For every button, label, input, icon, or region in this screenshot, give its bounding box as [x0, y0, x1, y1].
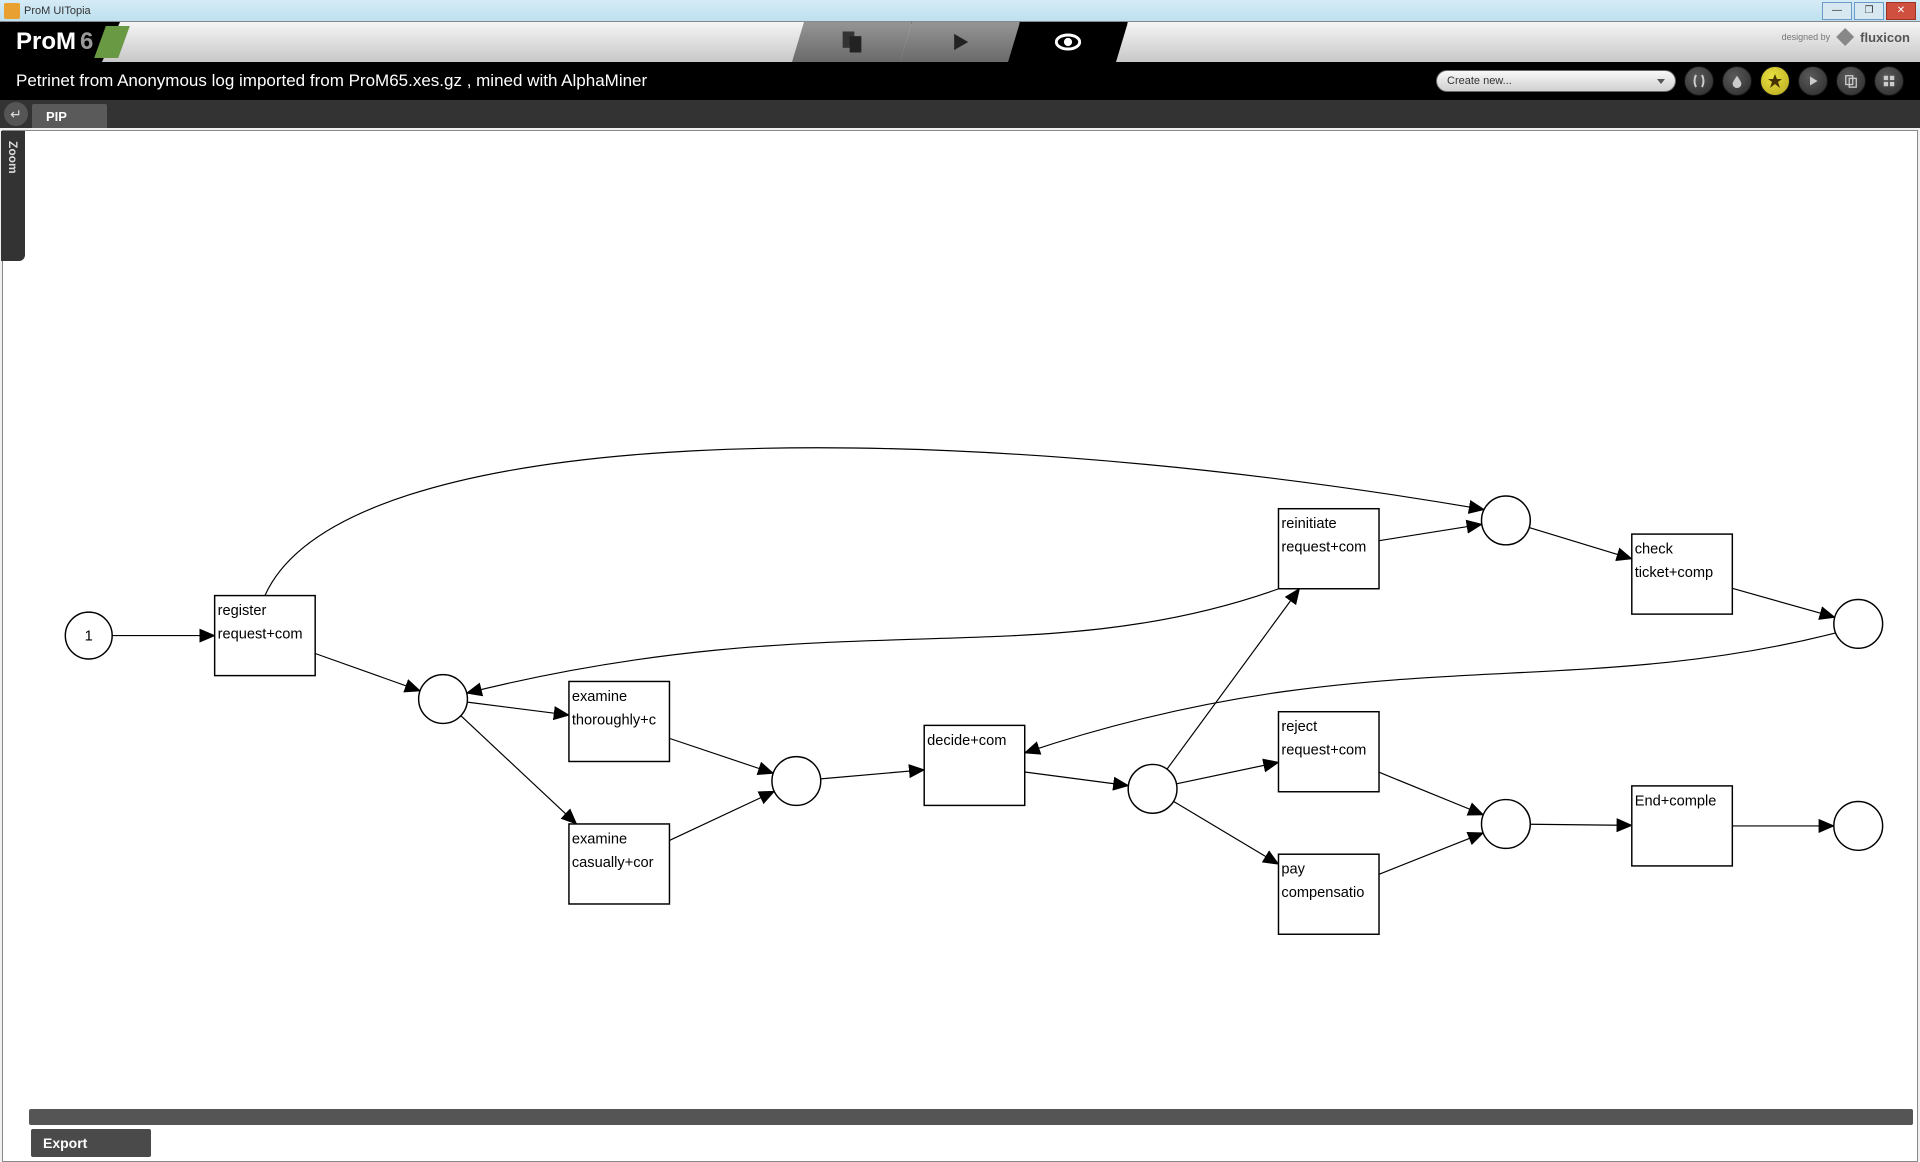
designer-credit: designed by fluxicon [1782, 28, 1910, 46]
grid-button[interactable] [1874, 66, 1904, 96]
copy-button[interactable] [1836, 66, 1866, 96]
arc-p_end1-t_decide [1025, 633, 1836, 753]
svg-text:examine: examine [572, 831, 627, 847]
arc-p4-t_check [1529, 528, 1632, 559]
arc-t_decide-p3 [1025, 772, 1129, 786]
close-button[interactable]: ✕ [1886, 2, 1916, 20]
arc-t_pay-p5 [1379, 833, 1483, 874]
drop-button[interactable] [1722, 66, 1752, 96]
fluxicon-text: fluxicon [1860, 30, 1910, 45]
horizontal-scrollbar[interactable] [29, 1109, 1913, 1125]
svg-text:compensatio: compensatio [1281, 885, 1364, 901]
parentheses-button[interactable] [1684, 66, 1714, 96]
svg-text:pay: pay [1281, 862, 1305, 878]
grid-icon [1882, 74, 1896, 88]
copy-icon [1844, 74, 1858, 88]
favorite-button[interactable] [1760, 66, 1790, 96]
place-p4[interactable] [1481, 496, 1530, 545]
svg-text:ticket+comp: ticket+comp [1635, 565, 1713, 581]
logo-text: ProM [16, 28, 76, 56]
chevron-down-icon [1657, 79, 1665, 84]
svg-text:examine: examine [572, 689, 627, 705]
pip-tab-label: PIP [46, 109, 67, 124]
export-button[interactable]: Export [31, 1129, 151, 1157]
subheader: Petrinet from Anonymous log imported fro… [0, 62, 1920, 100]
place-p2[interactable] [772, 757, 821, 806]
arc-t_ex_thor-p2 [669, 738, 773, 773]
place-p5[interactable] [1481, 800, 1530, 849]
workspace-icon [838, 28, 866, 56]
svg-text:request+com: request+com [1281, 743, 1366, 759]
svg-text:check: check [1635, 542, 1674, 558]
petrinet-svg: 1 register request+com examine thoroughly+c e… [29, 131, 1917, 1107]
arc-p1-t_ex_thor [467, 702, 569, 715]
drop-icon [1730, 74, 1744, 88]
arc-t_ex_cas-p2 [669, 791, 774, 840]
designer-prefix: designed by [1782, 32, 1831, 42]
eye-icon [1054, 28, 1082, 56]
window-controls: ― ❐ ✕ [1822, 2, 1916, 20]
arc-p3-t_reject [1176, 762, 1278, 783]
minimize-button[interactable]: ― [1822, 2, 1852, 20]
pip-tab[interactable]: PIP [32, 104, 107, 128]
place-p_end2[interactable] [1834, 802, 1883, 851]
svg-text:request+com: request+com [218, 627, 303, 643]
svg-text:reject: reject [1281, 719, 1317, 735]
arc-t_reinit-p4 [1379, 524, 1482, 540]
arc-t_reject-p5 [1379, 772, 1483, 815]
arc-p3-t_pay [1174, 801, 1279, 864]
svg-text:casually+cor: casually+cor [572, 855, 654, 871]
create-dropdown-label: Create new... [1447, 75, 1512, 87]
play-icon [946, 28, 974, 56]
window-title: ProM UITopia [24, 5, 91, 17]
svg-text:reinitiate: reinitiate [1281, 516, 1336, 532]
mode-tabs [792, 22, 1128, 62]
create-new-dropdown[interactable]: Create new... [1436, 70, 1676, 92]
zoom-label: Zoom [6, 141, 20, 174]
place-p_end1[interactable] [1834, 599, 1883, 648]
svg-text:request+com: request+com [1281, 540, 1366, 556]
top-header: ProM 6 designed by fluxicon [0, 22, 1920, 62]
svg-text:decide+com: decide+com [927, 733, 1006, 749]
arc-p2-t_decide [821, 770, 925, 779]
arc-t_check-p_end1 [1732, 588, 1834, 617]
maximize-button[interactable]: ❐ [1854, 2, 1884, 20]
arc-p1-t_ex_cas [461, 716, 577, 824]
view-tab-strip: ↵ PIP [0, 100, 1920, 128]
arc-t_register-p1 [315, 653, 420, 690]
workspace-tab[interactable] [792, 22, 912, 62]
window-titlebar: ProM UITopia ― ❐ ✕ [0, 0, 1920, 22]
logo-version: 6 [80, 28, 93, 56]
play-small-icon [1807, 75, 1819, 87]
star-icon [1767, 73, 1783, 89]
subheader-actions: Create new... [1436, 66, 1904, 96]
back-button[interactable]: ↵ [4, 102, 28, 126]
export-label: Export [43, 1135, 87, 1151]
svg-text:thoroughly+c: thoroughly+c [572, 712, 656, 728]
fluxicon-icon [1836, 28, 1854, 46]
app-icon [4, 3, 20, 19]
svg-text:1: 1 [85, 628, 93, 644]
petrinet-canvas[interactable]: 1 register request+com examine thoroughly+c e… [29, 131, 1917, 1107]
arc-t_reinit-p1 [467, 589, 1279, 693]
zoom-panel-tab[interactable]: Zoom [1, 131, 25, 261]
parentheses-icon [1691, 73, 1707, 89]
main-area: Zoom 1 register request+com examine thorough… [2, 130, 1918, 1162]
arc-p5-t_end [1530, 824, 1632, 825]
svg-text:register: register [218, 603, 267, 619]
view-tab-mode[interactable] [1008, 22, 1128, 62]
place-p1[interactable] [419, 675, 468, 724]
svg-text:End+comple: End+comple [1635, 793, 1717, 809]
action-tab[interactable] [900, 22, 1020, 62]
play-button[interactable] [1798, 66, 1828, 96]
place-p3[interactable] [1128, 764, 1177, 813]
page-title: Petrinet from Anonymous log imported fro… [16, 71, 647, 91]
